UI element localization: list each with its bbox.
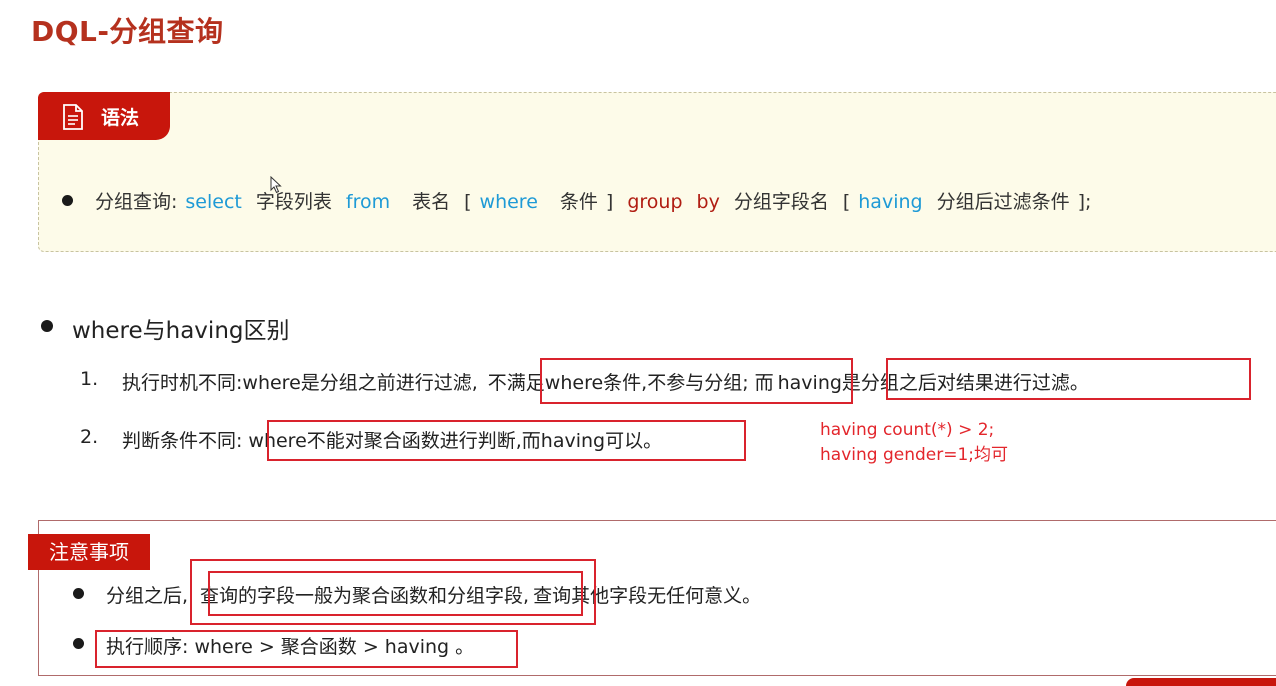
syntax-bracket-open: [	[464, 191, 472, 213]
highlight-box	[208, 571, 583, 616]
keyword-by: by	[696, 191, 720, 213]
syntax-tab-label: 语法	[101, 107, 140, 129]
example-line: having count(*) > 2;	[820, 420, 995, 440]
example-line: having gender=1;均可	[820, 445, 1008, 465]
item1-text: 执行时机不同:where是分组之前进行过滤,	[122, 372, 478, 394]
corner-decoration	[1126, 678, 1276, 686]
document-icon	[62, 104, 84, 135]
section-heading: where与having区别	[72, 318, 290, 344]
syntax-box	[38, 92, 1276, 252]
bullet-dot	[41, 320, 53, 332]
syntax-end: ];	[1077, 191, 1092, 213]
syntax-group-field: 分组字段名	[733, 191, 829, 213]
syntax-field-list: 字段列表	[255, 191, 332, 213]
page-title: DQL-分组查询	[31, 15, 224, 48]
item-number: 2.	[80, 426, 99, 448]
note1-text: 分组之后,	[106, 585, 189, 607]
keyword-from: from	[345, 191, 391, 213]
highlight-box	[95, 630, 518, 668]
syntax-condition: 条件	[559, 191, 598, 213]
keyword-where: where	[479, 191, 538, 213]
syntax-label: 分组查询:	[95, 191, 178, 213]
highlight-box	[540, 358, 853, 404]
syntax-bracket-close: ]	[605, 191, 614, 213]
syntax-table-name: 表名	[412, 191, 451, 213]
highlight-box	[886, 358, 1251, 400]
keyword-having: having	[858, 191, 923, 213]
syntax-tab: 语法	[38, 92, 170, 140]
item2-text: 判断条件不同:	[122, 430, 243, 452]
item-number: 1.	[80, 368, 99, 390]
keyword-group: group	[627, 191, 683, 213]
cursor-icon	[270, 176, 282, 194]
syntax-bracket-open-2: [	[842, 191, 851, 213]
bullet-dot	[73, 588, 84, 599]
keyword-select: select	[185, 191, 242, 213]
notes-tab: 注意事项	[28, 534, 150, 570]
bullet-dot	[62, 195, 73, 206]
bullet-dot	[73, 638, 84, 649]
syntax-after-filter: 分组后过滤条件	[936, 191, 1070, 213]
syntax-statement: 分组查询: select 字段列表 from 表名 [ where 条件] group by 分组字…	[95, 187, 1091, 214]
having-examples: having count(*) > 2; having gender=1;均可	[820, 418, 1008, 468]
highlight-box	[267, 420, 746, 461]
